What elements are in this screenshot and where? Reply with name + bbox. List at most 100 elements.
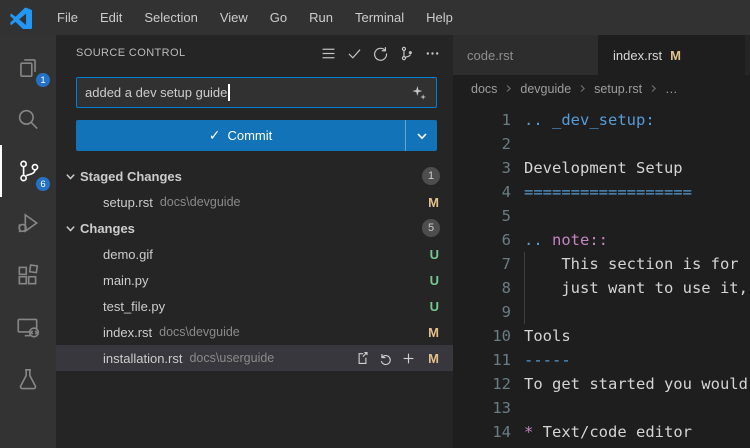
editor-area: code.rstindex.rstM docs devguide setup.rst… (453, 35, 750, 448)
beaker-icon (15, 366, 41, 392)
tab-label: index.rst (613, 48, 662, 63)
menu-help[interactable]: Help (415, 0, 464, 35)
file-name: demo.gif (103, 247, 153, 262)
file-row-installation.rst[interactable]: installation.rstdocs\userguideM (56, 345, 453, 371)
stage-changes-button[interactable] (398, 348, 418, 368)
activity-item-explorer[interactable]: 1 (0, 41, 56, 93)
vscode-logo-icon (10, 7, 32, 29)
changes-tree: Staged Changes1setup.rstdocs\devguideMCh… (56, 163, 453, 448)
view-as-list-button[interactable] (317, 42, 339, 64)
more-actions-button[interactable] (421, 42, 443, 64)
menu-go[interactable]: Go (259, 0, 298, 35)
section-label: Changes (80, 221, 135, 236)
git-status-badge: M (428, 195, 439, 210)
section-header-changes[interactable]: Changes5 (56, 215, 453, 241)
code-line-9: 9 (453, 300, 750, 324)
activity-item-testing[interactable] (0, 353, 56, 405)
vscode-window: FileEditSelectionViewGoRunTerminalHelp 1… (0, 0, 750, 448)
breadcrumb-item[interactable]: setup.rst (594, 82, 642, 96)
line-number: 7 (453, 252, 511, 276)
menu-terminal[interactable]: Terminal (344, 0, 415, 35)
file-row-index.rst[interactable]: index.rstdocs\devguideM (56, 319, 453, 345)
section-count-badge: 1 (422, 167, 440, 185)
graph-button[interactable] (395, 42, 417, 64)
menu-edit[interactable]: Edit (89, 0, 133, 35)
line-number: 15 (453, 444, 511, 448)
search-icon (15, 106, 41, 132)
tab-code.rst[interactable]: code.rst (453, 35, 599, 75)
menu-selection[interactable]: Selection (133, 0, 208, 35)
line-content: just want to use it, (524, 276, 748, 300)
code-line-11: 11----- (453, 348, 750, 372)
file-name: test_file.py (103, 299, 165, 314)
menu-view[interactable]: View (209, 0, 259, 35)
title-bar: FileEditSelectionViewGoRunTerminalHelp (0, 0, 750, 35)
code-line-8: 8 just want to use it, (453, 276, 750, 300)
line-number: 8 (453, 276, 511, 300)
file-row-setup.rst[interactable]: setup.rstdocs\devguideM (56, 189, 453, 215)
activity-item-extensions[interactable] (0, 249, 56, 301)
chevron-down-icon (62, 220, 78, 236)
open-file-button[interactable] (352, 348, 372, 368)
commit-button[interactable] (343, 42, 365, 64)
discard-changes-button[interactable] (375, 348, 395, 368)
git-status-badge: U (430, 299, 439, 314)
line-content: ================== (524, 180, 692, 204)
activity-item-search[interactable] (0, 93, 56, 145)
extensions-icon (15, 262, 41, 288)
chevron-right-icon (649, 82, 658, 96)
breadcrumb-label: devguide (520, 82, 571, 96)
breadcrumb-item[interactable]: … (665, 82, 678, 96)
line-number: 11 (453, 348, 511, 372)
line-content: * Text/code editor (524, 420, 692, 444)
git-status-badge: U (430, 247, 439, 262)
file-row-demo.gif[interactable]: demo.gif U (56, 241, 453, 267)
commit-message-input[interactable]: added a dev setup guide (76, 77, 437, 108)
file-row-actions (352, 348, 418, 368)
breadcrumb-label: setup.rst (594, 82, 642, 96)
commit-dropdown-button[interactable] (405, 120, 437, 151)
code-line-13: 13 (453, 396, 750, 420)
file-row-test_file.py[interactable]: test_file.py U (56, 293, 453, 319)
git-status-badge: U (430, 273, 439, 288)
line-content: Development Setup (524, 156, 683, 180)
open-file-icon (355, 351, 370, 366)
breadcrumb: docs devguide setup.rst … (453, 75, 750, 103)
check-icon (346, 45, 363, 62)
indent-guide (524, 300, 525, 324)
chevron-down-icon (62, 168, 78, 184)
list-icon (320, 45, 337, 62)
menu-run[interactable]: Run (298, 0, 344, 35)
refresh-button[interactable] (369, 42, 391, 64)
source-control-panel: SOURCE CONTROL added a dev setup guide ✓… (56, 35, 453, 448)
tab-index.rst[interactable]: index.rstM (599, 35, 745, 75)
code-line-3: 3Development Setup (453, 156, 750, 180)
sparkle-icon[interactable] (410, 84, 428, 102)
line-content: .. _dev_setup: (524, 108, 655, 132)
line-content: Tools (524, 324, 571, 348)
file-row-main.py[interactable]: main.py U (56, 267, 453, 293)
code-editor[interactable]: 1.. _dev_setup:23Development Setup4=====… (453, 103, 750, 448)
code-line-4: 4================== (453, 180, 750, 204)
code-line-14: 14 * Text/code editor (453, 420, 750, 444)
line-number: 9 (453, 300, 511, 324)
commit-button-group: ✓ Commit (76, 120, 437, 151)
chevron-down-icon (416, 130, 428, 142)
line-number: 13 (453, 396, 511, 420)
activity-item-run-debug[interactable] (0, 197, 56, 249)
section-label: Staged Changes (80, 169, 182, 184)
activity-item-remote[interactable] (0, 301, 56, 353)
menu-file[interactable]: File (46, 0, 89, 35)
breadcrumb-item[interactable]: docs (471, 82, 497, 96)
section-header-staged-changes[interactable]: Staged Changes 1 (56, 163, 453, 189)
line-number: 14 (453, 420, 511, 444)
commit-button[interactable]: ✓ Commit (76, 120, 405, 151)
breadcrumb-item[interactable]: devguide (520, 82, 571, 96)
file-path: docs\userguide (189, 351, 274, 365)
code-line-6: 6.. note:: (453, 228, 750, 252)
remote-icon (15, 314, 41, 340)
activity-item-source-control[interactable]: 6 (0, 145, 56, 197)
code-line-2: 2 (453, 132, 750, 156)
line-content: This section is for (524, 252, 739, 276)
file-name: main.py (103, 273, 149, 288)
